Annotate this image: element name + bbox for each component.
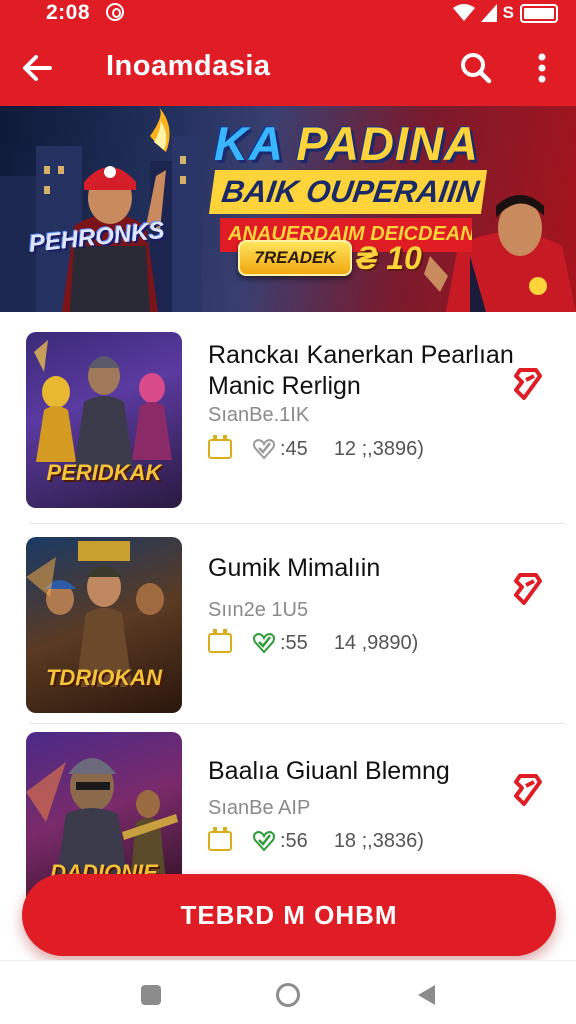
banner-title: KA PADINA	[214, 116, 479, 171]
back-arrow-icon[interactable]	[18, 48, 58, 88]
game-subtitle: SıanBe AIP	[208, 797, 311, 819]
bookmark-icon[interactable]	[506, 768, 550, 812]
recent-apps-icon[interactable]	[141, 985, 161, 1005]
signal-icon	[480, 4, 497, 22]
system-nav-bar	[0, 960, 576, 1024]
calendar-icon	[208, 629, 232, 653]
status-icons: S	[452, 2, 558, 24]
game-title: Baalıa Giuanl Blemng	[208, 757, 450, 785]
game-stats: :55 14 ,9890)	[208, 629, 418, 657]
game-title: Ranckaı Kanerkan Pearlıan Manic Rerlign	[208, 341, 514, 400]
thumbnail-caption: PERIDKAK	[46, 460, 162, 485]
game-count: 18 ;,3836)	[333, 829, 424, 852]
more-vert-icon[interactable]	[524, 48, 560, 88]
game-rating: :55	[280, 631, 308, 654]
app-bar: Inoamdasia	[0, 28, 576, 106]
game-thumbnail: TDRIOKAN	[26, 537, 182, 713]
search-icon[interactable]	[456, 48, 496, 88]
game-count: 12 ;,3896)	[333, 437, 424, 460]
game-title: Gumik Mimalıin	[208, 554, 381, 582]
bookmark-icon[interactable]	[506, 567, 550, 611]
battery-icon	[520, 3, 558, 23]
thumbnail-caption: TDRIOKAN	[45, 665, 163, 690]
status-time: 2:08	[46, 1, 91, 24]
game-rating: :45	[280, 437, 308, 460]
check-heart-icon	[253, 830, 275, 852]
home-icon[interactable]	[276, 983, 300, 1007]
banner-price: ₴ 10	[356, 240, 422, 276]
calendar-icon	[208, 435, 232, 459]
game-thumbnail: PERIDKAK	[26, 332, 182, 508]
list-item[interactable]: TDRIOKAN Gumik Mimalıin Sıın2e 1U5 :55 1…	[0, 517, 576, 724]
wifi-icon	[452, 4, 475, 21]
game-stats: :45 12 ;,3896)	[208, 435, 424, 463]
banner-cta-button[interactable]: 7READEK	[238, 240, 352, 276]
game-rating: :56	[280, 829, 308, 852]
carrier-icon: S	[502, 3, 514, 22]
calendar-icon	[208, 827, 232, 851]
notification-icon	[106, 3, 124, 21]
page-title: Inoamdasia	[106, 50, 271, 82]
trend-button[interactable]: TEBRD M OHBM	[22, 874, 556, 956]
game-stats: :56 18 ;,3836)	[208, 827, 424, 855]
check-heart-icon	[253, 632, 275, 654]
nav-back-icon[interactable]	[418, 985, 435, 1005]
bookmark-icon[interactable]	[506, 362, 550, 406]
status-bar: 2:08 S	[0, 0, 576, 28]
banner-title-part1: KA	[214, 117, 297, 170]
check-heart-icon	[253, 438, 275, 460]
list-item[interactable]: PERIDKAK Ranckaı Kanerkan Pearlıan Manic…	[0, 312, 576, 524]
game-subtitle: SıanBe.1IK	[208, 404, 310, 426]
banner-subtitle: BAIK OUPERAIIN	[208, 170, 488, 214]
promo-banner[interactable]: KA PADINA BAIK OUPERAIIN ANAUERDAIM DEIC…	[0, 106, 576, 312]
game-subtitle: Sıın2e 1U5	[208, 599, 309, 621]
game-count: 14 ,9890)	[333, 631, 419, 654]
banner-title-part2: PADINA	[296, 117, 479, 170]
